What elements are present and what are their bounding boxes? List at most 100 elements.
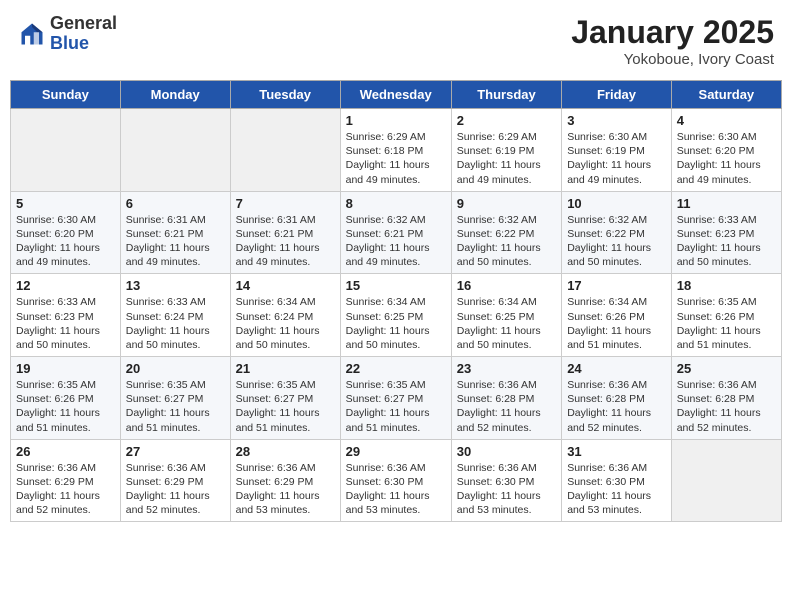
calendar-cell: 21 Sunrise: 6:35 AM Sunset: 6:27 PM Dayli… — [230, 357, 340, 440]
day-info: Sunrise: 6:35 AM Sunset: 6:27 PM Dayligh… — [126, 378, 225, 435]
weekday-header-tuesday: Tuesday — [230, 81, 340, 109]
weekday-header-saturday: Saturday — [671, 81, 781, 109]
calendar-cell: 31 Sunrise: 6:36 AM Sunset: 6:30 PM Dayli… — [562, 439, 672, 522]
calendar-week-4: 19Sunrise: 6:35 AM Sunset: 6:26 PM Dayli… — [11, 357, 782, 440]
calendar-cell: 24Sunrise: 6:36 AM Sunset: 6:28 PM Dayli… — [562, 357, 672, 440]
calendar-cell: 22 Sunrise: 6:35 AM Sunset: 6:27 PM Dayli… — [340, 357, 451, 440]
weekday-header-thursday: Thursday — [451, 81, 561, 109]
day-number: 6 — [126, 196, 225, 211]
weekday-header-monday: Monday — [120, 81, 230, 109]
day-info: Sunrise: 6:30 AM Sunset: 6:20 PM Dayligh… — [677, 130, 776, 187]
calendar-cell: 18 Sunrise: 6:35 AM Sunset: 6:26 PM Dayli… — [671, 274, 781, 357]
day-info: Sunrise: 6:29 AM Sunset: 6:18 PM Dayligh… — [346, 130, 446, 187]
day-info: Sunrise: 6:31 AM Sunset: 6:21 PM Dayligh… — [126, 213, 225, 270]
calendar-cell — [671, 439, 781, 522]
logo-blue-text: Blue — [50, 33, 89, 53]
logo: General Blue — [18, 14, 117, 54]
day-info: Sunrise: 6:36 AM Sunset: 6:29 PM Dayligh… — [126, 461, 225, 518]
day-number: 14 — [236, 278, 335, 293]
calendar-week-5: 26 Sunrise: 6:36 AM Sunset: 6:29 PM Dayli… — [11, 439, 782, 522]
calendar-week-2: 5 Sunrise: 6:30 AM Sunset: 6:20 PM Daylig… — [11, 191, 782, 274]
calendar-week-1: 1 Sunrise: 6:29 AM Sunset: 6:18 PM Daylig… — [11, 109, 782, 192]
calendar-cell: 15Sunrise: 6:34 AM Sunset: 6:25 PM Dayli… — [340, 274, 451, 357]
day-info: Sunrise: 6:34 AM Sunset: 6:26 PM Dayligh… — [567, 295, 666, 352]
day-number: 19 — [16, 361, 115, 376]
day-number: 11 — [677, 196, 776, 211]
day-number: 4 — [677, 113, 776, 128]
calendar-cell — [230, 109, 340, 192]
day-number: 3 — [567, 113, 666, 128]
title-block: January 2025 Yokoboue, Ivory Coast — [571, 14, 774, 68]
day-info: Sunrise: 6:35 AM Sunset: 6:27 PM Dayligh… — [236, 378, 335, 435]
calendar-cell: 29Sunrise: 6:36 AM Sunset: 6:30 PM Dayli… — [340, 439, 451, 522]
day-number: 27 — [126, 444, 225, 459]
day-info: Sunrise: 6:36 AM Sunset: 6:29 PM Dayligh… — [236, 461, 335, 518]
page-header: General Blue January 2025 Yokoboue, Ivor… — [10, 10, 782, 72]
day-number: 2 — [457, 113, 556, 128]
calendar-cell: 13Sunrise: 6:33 AM Sunset: 6:24 PM Dayli… — [120, 274, 230, 357]
calendar-cell: 27 Sunrise: 6:36 AM Sunset: 6:29 PM Dayli… — [120, 439, 230, 522]
calendar-cell: 6 Sunrise: 6:31 AM Sunset: 6:21 PM Daylig… — [120, 191, 230, 274]
day-info: Sunrise: 6:34 AM Sunset: 6:25 PM Dayligh… — [346, 295, 446, 352]
day-info: Sunrise: 6:34 AM Sunset: 6:25 PM Dayligh… — [457, 295, 556, 352]
calendar-cell: 8 Sunrise: 6:32 AM Sunset: 6:21 PM Daylig… — [340, 191, 451, 274]
calendar-cell: 30Sunrise: 6:36 AM Sunset: 6:30 PM Dayli… — [451, 439, 561, 522]
logo-icon — [18, 20, 46, 48]
day-number: 1 — [346, 113, 446, 128]
day-info: Sunrise: 6:36 AM Sunset: 6:28 PM Dayligh… — [457, 378, 556, 435]
month-title: January 2025 — [571, 14, 774, 51]
day-info: Sunrise: 6:32 AM Sunset: 6:21 PM Dayligh… — [346, 213, 446, 270]
calendar-cell: 1 Sunrise: 6:29 AM Sunset: 6:18 PM Daylig… — [340, 109, 451, 192]
day-number: 12 — [16, 278, 115, 293]
day-number: 22 — [346, 361, 446, 376]
calendar-cell: 19Sunrise: 6:35 AM Sunset: 6:26 PM Dayli… — [11, 357, 121, 440]
calendar-cell: 9Sunrise: 6:32 AM Sunset: 6:22 PM Daylig… — [451, 191, 561, 274]
calendar-cell: 4 Sunrise: 6:30 AM Sunset: 6:20 PM Daylig… — [671, 109, 781, 192]
day-number: 13 — [126, 278, 225, 293]
weekday-header-friday: Friday — [562, 81, 672, 109]
day-info: Sunrise: 6:34 AM Sunset: 6:24 PM Dayligh… — [236, 295, 335, 352]
calendar-cell: 3Sunrise: 6:30 AM Sunset: 6:19 PM Daylig… — [562, 109, 672, 192]
calendar-cell: 20Sunrise: 6:35 AM Sunset: 6:27 PM Dayli… — [120, 357, 230, 440]
day-info: Sunrise: 6:33 AM Sunset: 6:23 PM Dayligh… — [16, 295, 115, 352]
calendar-cell: 7 Sunrise: 6:31 AM Sunset: 6:21 PM Daylig… — [230, 191, 340, 274]
day-info: Sunrise: 6:35 AM Sunset: 6:26 PM Dayligh… — [677, 295, 776, 352]
day-info: Sunrise: 6:35 AM Sunset: 6:27 PM Dayligh… — [346, 378, 446, 435]
calendar-cell — [120, 109, 230, 192]
day-info: Sunrise: 6:36 AM Sunset: 6:28 PM Dayligh… — [677, 378, 776, 435]
day-number: 26 — [16, 444, 115, 459]
day-number: 16 — [457, 278, 556, 293]
day-number: 31 — [567, 444, 666, 459]
calendar-cell: 12 Sunrise: 6:33 AM Sunset: 6:23 PM Dayli… — [11, 274, 121, 357]
day-number: 21 — [236, 361, 335, 376]
day-number: 8 — [346, 196, 446, 211]
day-info: Sunrise: 6:29 AM Sunset: 6:19 PM Dayligh… — [457, 130, 556, 187]
calendar-cell: 25Sunrise: 6:36 AM Sunset: 6:28 PM Dayli… — [671, 357, 781, 440]
day-info: Sunrise: 6:36 AM Sunset: 6:29 PM Dayligh… — [16, 461, 115, 518]
calendar-cell: 16 Sunrise: 6:34 AM Sunset: 6:25 PM Dayli… — [451, 274, 561, 357]
day-number: 7 — [236, 196, 335, 211]
calendar-cell — [11, 109, 121, 192]
day-number: 28 — [236, 444, 335, 459]
day-number: 29 — [346, 444, 446, 459]
calendar-cell: 26 Sunrise: 6:36 AM Sunset: 6:29 PM Dayli… — [11, 439, 121, 522]
calendar-cell: 5 Sunrise: 6:30 AM Sunset: 6:20 PM Daylig… — [11, 191, 121, 274]
calendar-cell: 10Sunrise: 6:32 AM Sunset: 6:22 PM Dayli… — [562, 191, 672, 274]
day-info: Sunrise: 6:30 AM Sunset: 6:20 PM Dayligh… — [16, 213, 115, 270]
calendar-cell: 17Sunrise: 6:34 AM Sunset: 6:26 PM Dayli… — [562, 274, 672, 357]
day-info: Sunrise: 6:32 AM Sunset: 6:22 PM Dayligh… — [567, 213, 666, 270]
calendar-cell: 14 Sunrise: 6:34 AM Sunset: 6:24 PM Dayli… — [230, 274, 340, 357]
day-number: 23 — [457, 361, 556, 376]
day-number: 18 — [677, 278, 776, 293]
day-info: Sunrise: 6:31 AM Sunset: 6:21 PM Dayligh… — [236, 213, 335, 270]
day-number: 30 — [457, 444, 556, 459]
calendar-cell: 23 Sunrise: 6:36 AM Sunset: 6:28 PM Dayli… — [451, 357, 561, 440]
calendar-table: SundayMondayTuesdayWednesdayThursdayFrid… — [10, 80, 782, 522]
weekday-header-sunday: Sunday — [11, 81, 121, 109]
day-info: Sunrise: 6:36 AM Sunset: 6:30 PM Dayligh… — [567, 461, 666, 518]
location-subtitle: Yokoboue, Ivory Coast — [571, 51, 774, 68]
day-number: 24 — [567, 361, 666, 376]
calendar-cell: 28 Sunrise: 6:36 AM Sunset: 6:29 PM Dayli… — [230, 439, 340, 522]
calendar-cell: 11Sunrise: 6:33 AM Sunset: 6:23 PM Dayli… — [671, 191, 781, 274]
day-number: 5 — [16, 196, 115, 211]
